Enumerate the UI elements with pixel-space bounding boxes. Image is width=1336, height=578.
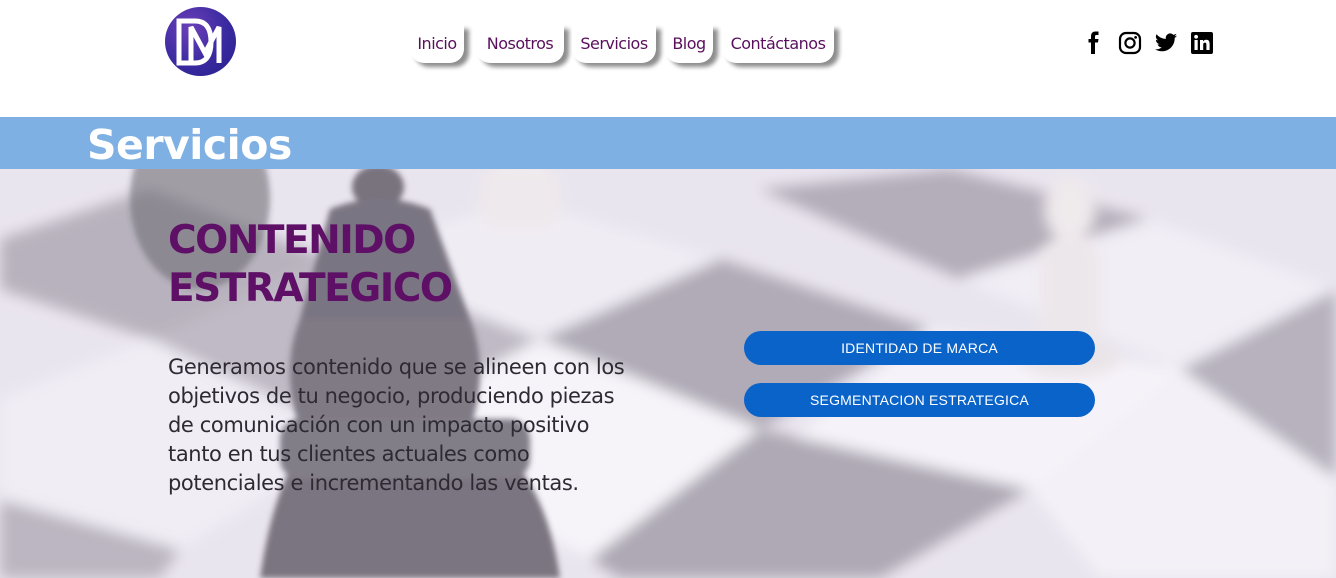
nav-item-servicios[interactable]: Servicios xyxy=(572,25,656,63)
segmentacion-estrategica-button[interactable]: SEGMENTACION ESTRATEGICA xyxy=(744,383,1095,417)
brand-logo[interactable] xyxy=(165,7,236,76)
page-title: Servicios xyxy=(87,121,292,169)
nav-item-inicio[interactable]: Inicio xyxy=(410,25,464,63)
page-banner: Servicios xyxy=(0,117,1336,169)
service-heading: CONTENIDO ESTRATEGICO xyxy=(168,217,498,313)
twitter-icon[interactable] xyxy=(1154,31,1178,55)
service-description: Generamos contenido que se alineen con l… xyxy=(168,355,625,495)
social-links xyxy=(1082,31,1214,55)
identidad-de-marca-button[interactable]: IDENTIDAD DE MARCA xyxy=(744,331,1095,365)
services-hero: CONTENIDO ESTRATEGICO Generamos contenid… xyxy=(0,169,1336,578)
nav-item-contactanos[interactable]: Contáctanos xyxy=(722,25,834,63)
logo-monogram-icon xyxy=(176,18,222,66)
facebook-icon[interactable] xyxy=(1082,31,1106,55)
site-header: Inicio Nosotros Servicios Blog Contáctan… xyxy=(0,0,1336,117)
service-heading-line2: ESTRATEGICO xyxy=(168,266,453,311)
instagram-icon[interactable] xyxy=(1118,31,1142,55)
nav-item-blog[interactable]: Blog xyxy=(665,25,713,63)
linkedin-icon[interactable] xyxy=(1190,31,1214,55)
service-heading-line1: CONTENIDO xyxy=(168,218,416,263)
nav-item-nosotros[interactable]: Nosotros xyxy=(476,25,564,63)
